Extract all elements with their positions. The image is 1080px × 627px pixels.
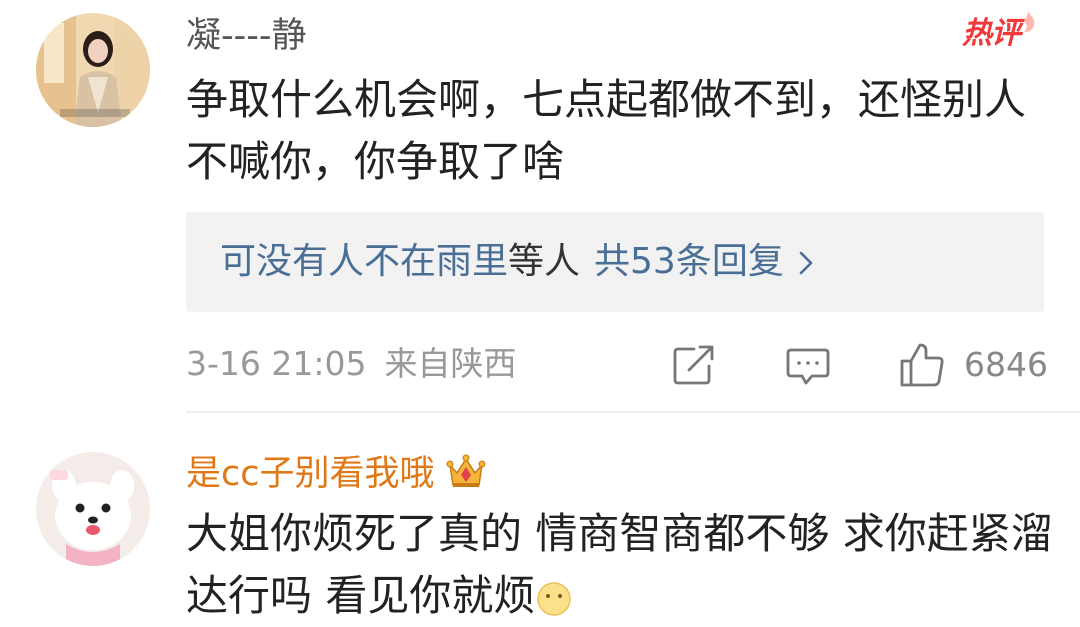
avatar[interactable] (36, 13, 150, 127)
like-button[interactable]: 6846 (898, 340, 1048, 390)
thumbs-up-icon (900, 343, 944, 387)
like-count: 6846 (964, 345, 1048, 384)
timestamp: 3-16 21:05 (186, 344, 367, 383)
flame-icon (1024, 11, 1035, 33)
username-text[interactable]: 是cc子别看我哦 (186, 454, 435, 494)
reply-username[interactable]: 可没有人不在雨里 (220, 241, 508, 282)
replies-preview[interactable]: 可没有人不在雨里等人 共53条回复 (186, 212, 1044, 312)
reply-snippet: 等人 (508, 241, 581, 282)
avatar[interactable] (36, 452, 150, 566)
hot-label: 热评 (962, 16, 1021, 51)
comment-button[interactable] (786, 340, 830, 390)
username[interactable]: 是cc子别看我哦 (186, 453, 487, 495)
repost-icon (673, 345, 714, 385)
repost-button[interactable] (672, 340, 716, 390)
comment-text-content: 大姐你烦死了真的 情商智商都不够 求你赶紧溜达行吗 看见你就烦 (186, 509, 1053, 620)
comment-meta: 3-16 21:05 来自陕西 (186, 342, 517, 386)
crown-icon (446, 454, 485, 487)
comment-text: 争取什么机会啊，七点起都做不到，还怪别人不喊你，你争取了啥 (186, 75, 1027, 186)
reply-count-link[interactable]: 共53条回复 (594, 241, 784, 282)
emoji-icon (537, 581, 572, 616)
comment-text: 大姐你烦死了真的 情商智商都不够 求你赶紧溜达行吗 看见你就烦 (186, 503, 1056, 627)
chevron-right-icon (799, 251, 813, 275)
divider (186, 411, 1080, 413)
username[interactable]: 凝----静 (186, 15, 307, 57)
comment-icon (786, 348, 830, 385)
location: 来自陕西 (384, 344, 517, 383)
hot-comment-badge: 热评 (962, 10, 1042, 58)
